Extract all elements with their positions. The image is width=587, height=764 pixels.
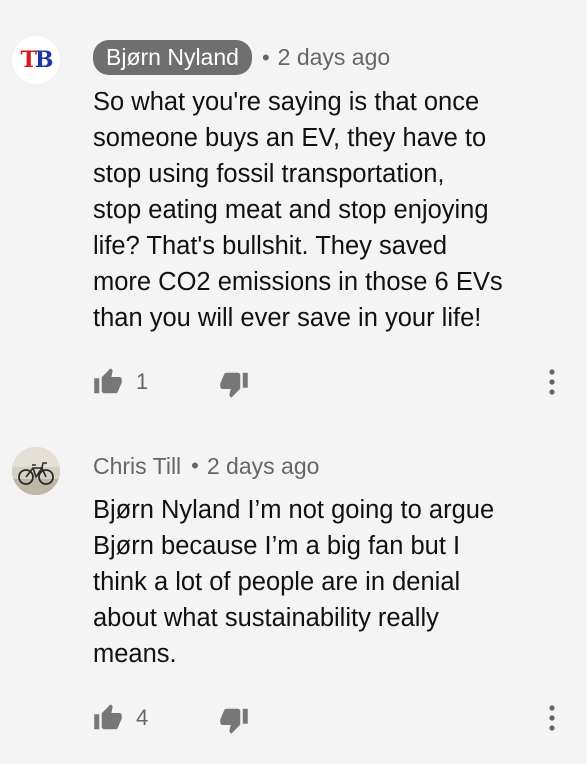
more-vert-icon [549, 369, 555, 395]
comment-item: TB Bjørn Nyland • 2 days ago So what you… [0, 0, 587, 420]
like-button[interactable] [90, 362, 126, 402]
author-name[interactable]: Bjørn Nyland [93, 40, 252, 75]
author-name[interactable]: Chris Till [93, 452, 181, 480]
comment-actions: 1 [0, 362, 587, 402]
more-vert-icon [549, 705, 555, 731]
avatar[interactable] [12, 447, 60, 495]
comment-text: So what you're saying is that once someo… [93, 88, 503, 332]
thumbs-down-icon [220, 372, 248, 398]
avatar[interactable]: TB [12, 36, 60, 84]
comment-item: Chris Till • 2 days ago Bjørn Nyland I’m… [0, 420, 587, 764]
like-button[interactable] [90, 698, 126, 738]
more-options-button[interactable] [536, 362, 568, 402]
tb-logo-icon: TB [20, 47, 54, 73]
comment-meta: Chris Till • 2 days ago [93, 452, 319, 480]
thumbs-down-icon [220, 708, 248, 734]
more-options-button[interactable] [536, 698, 568, 738]
thumbs-up-icon [94, 704, 122, 730]
comment-text: Bjørn Nyland I’m not going to argue Bjør… [93, 496, 495, 668]
like-count: 4 [136, 705, 149, 730]
like-count: 1 [136, 369, 149, 394]
dislike-button[interactable] [216, 364, 252, 404]
separator-dot: • [191, 453, 199, 478]
dislike-button[interactable] [216, 700, 252, 740]
timestamp: 2 days ago [277, 44, 391, 70]
timestamp: 2 days ago [206, 452, 320, 479]
separator-dot: • [261, 44, 270, 70]
comment-actions: 4 [0, 698, 587, 738]
thumbs-up-icon [94, 368, 122, 394]
comment-meta: Bjørn Nyland • 2 days ago [93, 40, 390, 75]
bicycle-photo-icon [12, 447, 60, 495]
